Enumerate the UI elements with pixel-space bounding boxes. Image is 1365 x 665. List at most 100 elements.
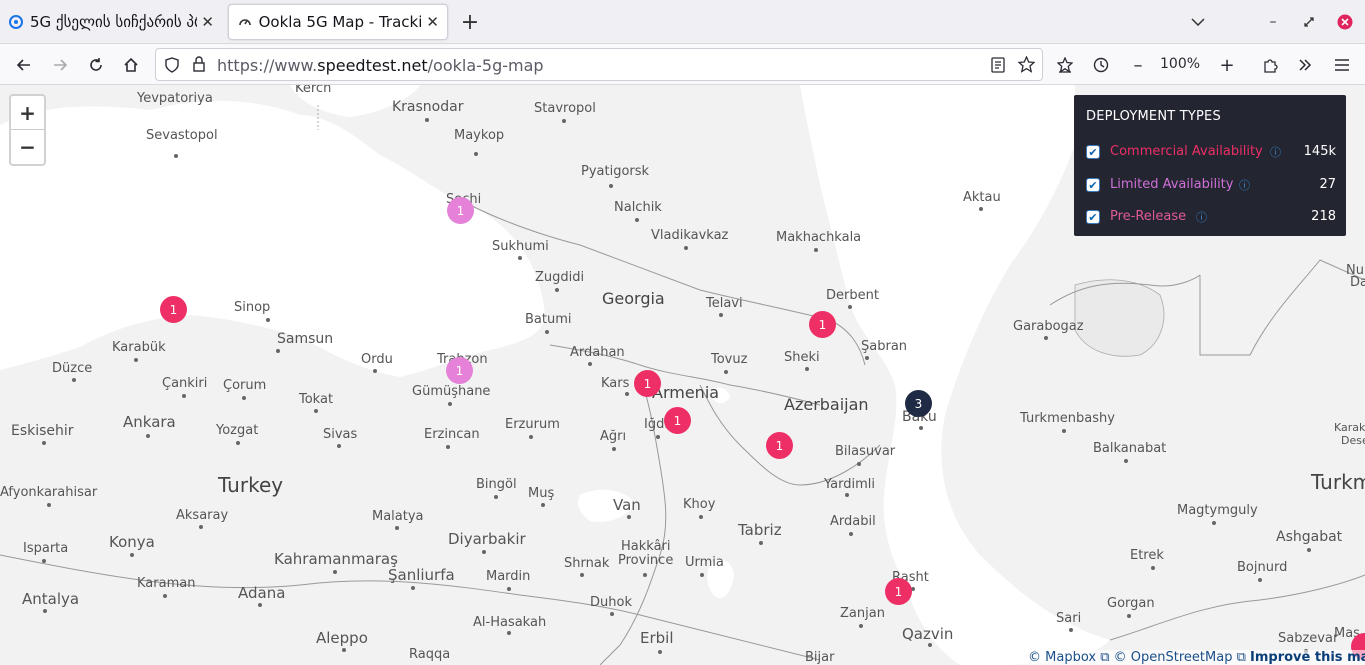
url-host: speedtest.net	[317, 56, 428, 75]
city-dot	[182, 394, 186, 398]
border-kazakh-turkmen	[1199, 259, 1365, 356]
map-marker-commercial[interactable]: 1	[160, 296, 187, 323]
map-canvas[interactable]: Yevpatoriya Kerch Krasnodar Stavropol Se…	[0, 85, 1365, 665]
checkbox-limited[interactable]: ✔	[1086, 178, 1100, 192]
legend-label: Pre-Release	[1110, 209, 1187, 224]
list-all-tabs-icon[interactable]	[1186, 10, 1210, 34]
hamburger-menu-icon[interactable]	[1329, 52, 1355, 78]
city-dot	[699, 515, 703, 519]
zoom-in-icon[interactable]: +	[1214, 52, 1240, 78]
city-dot	[1044, 336, 1048, 340]
city-label: Duhok	[590, 595, 632, 610]
city-dot	[236, 441, 240, 445]
close-tab-icon[interactable]: ✕	[201, 13, 214, 31]
city-label: Sheki	[784, 350, 820, 365]
help-circle-icon[interactable]: ⓘ	[1239, 177, 1250, 193]
city-label: Antalya	[22, 590, 80, 608]
city-label: Yardimli	[824, 477, 875, 492]
city-label: Düzce	[52, 361, 93, 376]
city-label: Ağrı	[600, 429, 627, 444]
extensions-puzzle-icon[interactable]	[1257, 52, 1283, 78]
city-dot	[518, 256, 522, 260]
map-marker-commercial[interactable]: 1	[766, 432, 793, 459]
map-marker-limited[interactable]: 1	[446, 357, 473, 384]
legend-item-commercial[interactable]: ✔ Commercial Availability ⓘ 145k	[1086, 144, 1336, 162]
map-zoom-in-button[interactable]: +	[11, 96, 44, 130]
map-marker-commercial[interactable]: 1	[664, 407, 691, 434]
history-clock-icon[interactable]	[1088, 52, 1114, 78]
city-label: Tovuz	[711, 352, 748, 367]
map-marker-commercial[interactable]: 1	[634, 370, 661, 397]
bookmarks-menu-icon[interactable]	[1052, 52, 1078, 78]
checkbox-commercial[interactable]: ✔	[1086, 145, 1100, 159]
zoom-out-icon[interactable]: –	[1125, 52, 1151, 78]
city-dot	[314, 409, 318, 413]
help-circle-icon[interactable]: ⓘ	[1270, 144, 1281, 160]
map-zoom-control: + −	[9, 94, 46, 166]
city-label: Karaman	[137, 576, 196, 591]
city-label: Aksaray	[176, 508, 229, 523]
url-text[interactable]: https://www.speedtest.net/ookla-5g-map	[217, 56, 544, 75]
minimize-window-icon[interactable]: –	[1261, 10, 1285, 34]
city-dot	[42, 441, 46, 445]
checkbox-pre-release[interactable]: ✔	[1086, 210, 1100, 224]
tab-active[interactable]: Ookla 5G Map - Tracking ✕	[228, 4, 448, 40]
country-label: Azerbaijan	[784, 395, 869, 414]
city-dot	[656, 435, 660, 439]
city-dot	[425, 118, 429, 122]
map-marker-commercial[interactable]: 1	[809, 311, 836, 338]
reader-view-icon[interactable]	[991, 57, 1005, 77]
map-marker-limited[interactable]: 1	[447, 197, 474, 224]
close-tab-icon[interactable]: ✕	[426, 13, 439, 31]
city-label: Adana	[238, 584, 286, 602]
map-marker-cluster[interactable]: 3	[905, 390, 932, 417]
restore-window-icon[interactable]	[1297, 10, 1321, 34]
home-icon[interactable]	[118, 52, 144, 78]
city-dot	[724, 370, 728, 374]
city-label: Raqqa	[409, 647, 451, 662]
city-dot	[1069, 628, 1073, 632]
close-window-icon[interactable]	[1333, 10, 1357, 34]
more-tools-chevrons-icon[interactable]	[1292, 52, 1318, 78]
tab-inactive[interactable]: 5G ქსელის სიჩქარის პრ ✕	[0, 4, 222, 40]
city-dot	[759, 541, 763, 545]
city-label: Isparta	[23, 541, 69, 556]
improve-map-link[interactable]: Improve this map	[1250, 650, 1365, 665]
mapbox-link[interactable]: © Mapbox	[1028, 650, 1096, 665]
new-tab-button[interactable]: +	[458, 8, 482, 36]
back-arrow-icon[interactable]	[11, 52, 37, 78]
city-dot	[849, 532, 853, 536]
city-label: Urmia	[685, 555, 724, 570]
city-label: Erzurum	[505, 417, 560, 432]
openstreetmap-link[interactable]: © OpenStreetMap	[1114, 650, 1233, 665]
lock-icon[interactable]	[192, 56, 206, 76]
city-label: Mardin	[486, 569, 531, 584]
city-label: Malatya	[372, 509, 424, 524]
city-dot	[43, 609, 47, 613]
city-dot	[163, 594, 167, 598]
city-dot	[857, 462, 861, 466]
address-bar[interactable]: https://www.speedtest.net/ookla-5g-map	[155, 48, 1043, 81]
city-dot	[928, 643, 932, 647]
bookmark-star-icon[interactable]	[1017, 55, 1036, 77]
legend-count: 218	[1311, 209, 1336, 224]
map-zoom-out-button[interactable]: −	[11, 130, 44, 164]
help-circle-icon[interactable]: ⓘ	[1196, 209, 1207, 225]
city-label: Zugdidi	[535, 270, 585, 285]
tracking-protection-shield-icon[interactable]	[164, 57, 180, 77]
zoom-level[interactable]: 100%	[1160, 56, 1200, 72]
city-dot	[494, 495, 498, 499]
city-dot	[627, 515, 631, 519]
map-marker-commercial[interactable]: 1	[885, 578, 912, 605]
city-dot	[684, 246, 688, 250]
city-label: Magtymguly	[1177, 503, 1258, 518]
tab-title: 5G ქსელის სიჩქარის პრ	[29, 13, 198, 31]
legend-item-pre-release[interactable]: ✔ Pre-Release ⓘ 218	[1086, 209, 1336, 227]
city-dot	[859, 624, 863, 628]
city-label: Sivas	[323, 427, 358, 442]
garabogaz-bay	[1074, 279, 1165, 357]
forward-arrow-icon[interactable]	[47, 52, 73, 78]
legend-item-limited[interactable]: ✔ Limited Availability ⓘ 27	[1086, 177, 1336, 195]
reload-icon[interactable]	[83, 52, 109, 78]
city-dot	[635, 218, 639, 222]
